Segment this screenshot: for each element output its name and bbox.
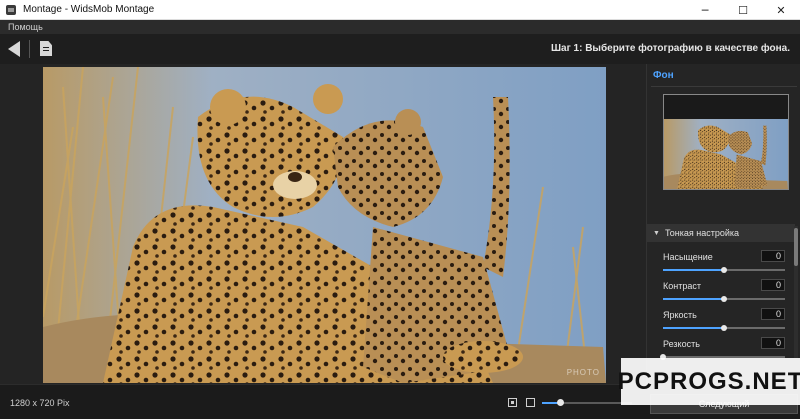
brightness-value[interactable]: 0 (761, 308, 785, 320)
sharpness-label: Резкость (663, 339, 700, 349)
close-button[interactable]: ✕ (762, 0, 800, 20)
panel-scrollbar-thumb[interactable] (794, 228, 798, 266)
toolbar-divider (29, 40, 30, 58)
background-photo[interactable]: PHOTO (43, 67, 606, 383)
fine-tune-header[interactable]: ▼ Тонкая настройка (647, 224, 795, 242)
sharpness-value[interactable]: 0 (761, 337, 785, 349)
maximize-button[interactable]: ☐ (724, 0, 762, 20)
contrast-slider-fill (663, 298, 724, 300)
leopards-image (43, 67, 606, 383)
minimize-button[interactable]: ─ (686, 0, 724, 20)
window-controls: ─ ☐ ✕ (686, 0, 800, 20)
saturation-slider[interactable] (663, 267, 785, 273)
site-watermark: PCPROGS.NET (618, 358, 800, 405)
panel-divider (651, 86, 797, 87)
background-section-title: Фон (653, 70, 674, 81)
back-arrow-icon[interactable] (8, 41, 20, 57)
image-dimensions: 1280 x 720 Pix (10, 398, 70, 408)
title-bar: Montage - WidsMob Montage ─ ☐ ✕ (0, 0, 800, 20)
menu-item-help[interactable]: Помощь (8, 22, 43, 32)
right-panel: Фон ▼ Тонкая настройка Насыщение 0 Контр… (646, 64, 800, 384)
background-thumbnail (664, 119, 788, 189)
zoom-slider-thumb[interactable] (556, 399, 564, 406)
contrast-slider[interactable] (663, 296, 785, 302)
zoom-slider[interactable] (542, 399, 632, 406)
contrast-value[interactable]: 0 (761, 279, 785, 291)
collapse-arrow-icon: ▼ (653, 229, 660, 237)
saturation-value[interactable]: 0 (761, 250, 785, 262)
actual-size-icon[interactable] (526, 398, 535, 407)
brightness-label: Яркость (663, 310, 697, 320)
brightness-slider-thumb[interactable] (721, 325, 727, 331)
app-icon (6, 4, 16, 15)
open-file-icon[interactable] (40, 41, 52, 56)
fit-to-window-icon[interactable] (508, 398, 517, 407)
canvas-area: PHOTO (0, 64, 646, 384)
saturation-label: Насыщение (663, 252, 713, 262)
background-thumbnail-frame[interactable] (663, 94, 789, 190)
panel-scrollbar[interactable] (794, 226, 798, 376)
toolbar: Шаг 1: Выберите фотографию в качестве фо… (0, 34, 800, 64)
fine-tune-label: Тонкая настройка (664, 228, 739, 238)
contrast-slider-thumb[interactable] (721, 296, 727, 302)
saturation-slider-thumb[interactable] (721, 267, 727, 273)
contrast-label: Контраст (663, 281, 701, 291)
window-title: Montage - WidsMob Montage (23, 4, 155, 15)
photo-watermark: PHOTO (566, 368, 600, 377)
saturation-slider-fill (663, 269, 724, 271)
brightness-slider[interactable] (663, 325, 785, 331)
menu-bar: Помощь (0, 20, 800, 34)
step-instruction: Шаг 1: Выберите фотографию в качестве фо… (550, 43, 790, 54)
brightness-slider-fill (663, 327, 724, 329)
